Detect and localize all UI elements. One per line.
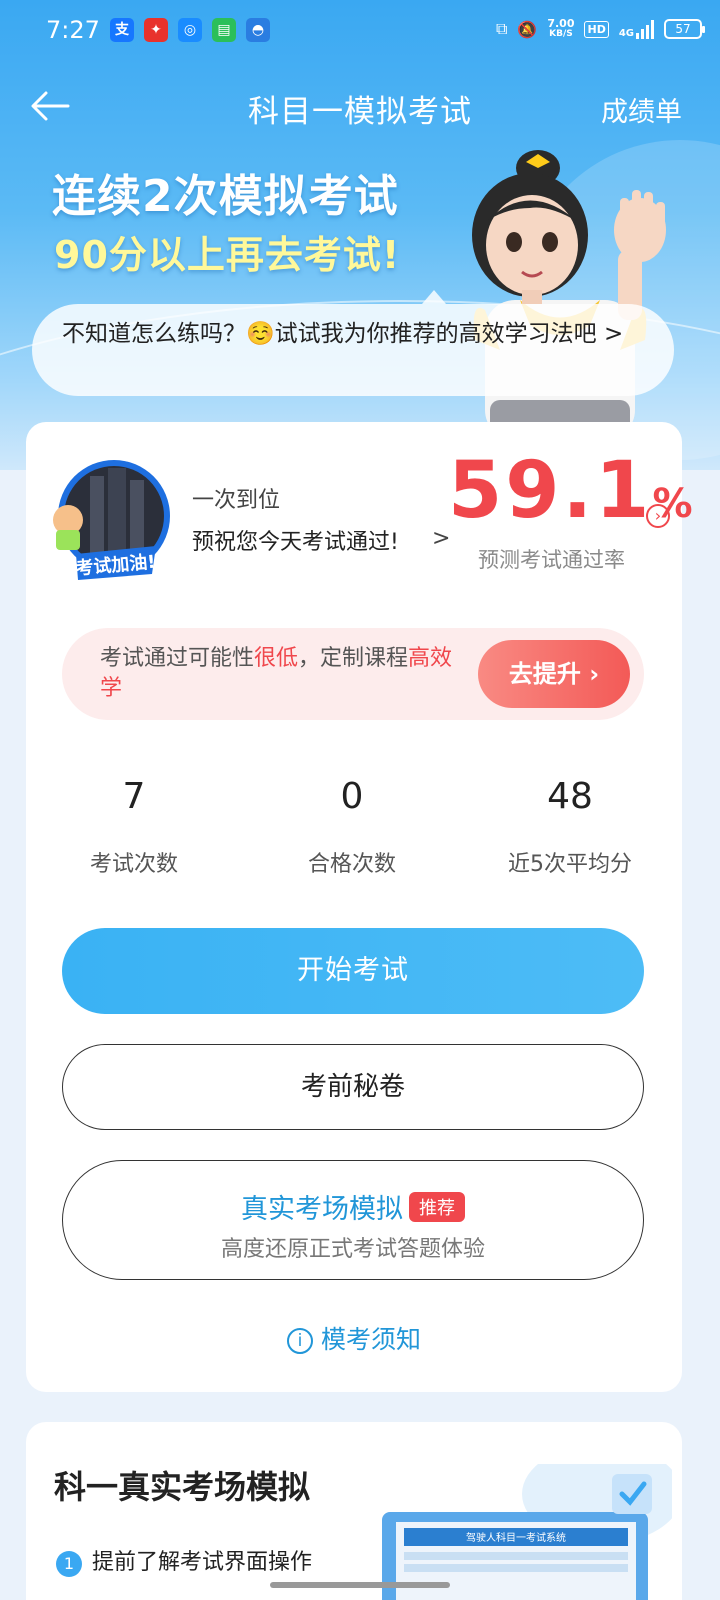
status-bar: 7:27 支 ✦ ◎ ▤ ◓ ⧉ 🔕 7.00 KB/S HD 4G 57: [0, 0, 720, 64]
exam-screen-preview-illustration: 驾驶人科目一考试系统: [382, 1464, 672, 1600]
exam-wish-text[interactable]: 预祝您今天考试通过!: [192, 524, 399, 556]
pre-exam-paper-button[interactable]: 考前秘卷: [62, 1044, 644, 1130]
study-tip-bubble[interactable]: 不知道怎么练吗？☺️试试我为你推荐的高效学习法吧 >: [32, 290, 674, 396]
pinduoduo-app-icon: ✦: [144, 18, 168, 42]
exam-cheer-badge-icon: 考试加油!: [53, 460, 170, 580]
exam-summary-card: 考试加油! 一次到位 预祝您今天考试通过! > 59.1% › 预测考试通过率 …: [26, 422, 693, 1392]
exam-notice-link[interactable]: i 模考须知: [26, 1320, 682, 1356]
cell-signal-icon: 4G: [619, 19, 654, 39]
real-exam-section-card: 科一真实考场模拟 1 提前了解考试界面操作 驾驶人科目一考试系统: [26, 1422, 682, 1600]
step-number: 1: [56, 1551, 82, 1577]
hd-badge: HD: [584, 20, 609, 38]
real-exam-simulation-button[interactable]: 真实考场模拟 推荐 高度还原正式考试答题体验: [62, 1160, 644, 1280]
start-exam-button[interactable]: 开始考试: [62, 928, 644, 1014]
improve-button[interactable]: 去提升 ›: [478, 640, 630, 708]
mute-icon: 🔕: [517, 19, 538, 39]
battery-icon: 57: [664, 19, 705, 39]
recommend-badge: 推荐: [409, 1192, 465, 1222]
real-exam-subtitle: 高度还原正式考试答题体验: [220, 1237, 485, 1262]
mascot-girl-illustration: [472, 150, 666, 440]
hero-headline: 连续2次模拟考试: [52, 171, 399, 222]
pass-chance-warning: 考试通过可能性很低，定制课程高效学 去提升 ›: [62, 628, 644, 720]
real-exam-title: 真实考场模拟 推荐: [63, 1187, 643, 1226]
stat-pass-count: 0 合格次数: [307, 776, 396, 877]
pass-rate-label: 预测考试通过率: [478, 548, 625, 572]
chevron-right-circle-icon[interactable]: ›: [646, 504, 670, 528]
android-app-icon: ◓: [246, 18, 270, 42]
status-time: 7:27: [46, 16, 100, 44]
status-indicators: ⧉ 🔕 7.00 KB/S HD 4G 57: [495, 17, 705, 40]
alipay-app-icon: 支: [110, 18, 134, 42]
top-nav: 科目一模拟考试 成绩单: [0, 76, 720, 136]
step-item: 1 提前了解考试界面操作: [56, 1544, 312, 1577]
exam-stats: 7 考试次数 0 合格次数 48 近5次平均分: [26, 772, 682, 892]
browser-app-icon: ◎: [178, 18, 202, 42]
svg-text:驾驶人科目一考试系统: 驾驶人科目一考试系统: [466, 1531, 566, 1544]
info-icon: i: [286, 1328, 313, 1354]
stat-average-score: 48 近5次平均分: [508, 776, 632, 877]
nfc-icon: ⧉: [495, 19, 508, 38]
hero-subheadline: 90分以上再去考试!: [54, 233, 401, 277]
stat-exam-count: 7 考试次数: [89, 776, 178, 877]
warning-text: 考试通过可能性很低，定制课程高效学: [100, 646, 453, 701]
notification-icons: 支 ✦ ◎ ▤ ◓: [110, 18, 270, 42]
score-report-link[interactable]: 成绩单: [601, 90, 682, 129]
home-indicator[interactable]: [270, 1582, 450, 1588]
section-title: 科一真实考场模拟: [54, 1468, 311, 1506]
network-speed: 7.00 KB/S: [547, 17, 575, 39]
level-name: 一次到位: [192, 488, 281, 513]
message-app-icon: ▤: [212, 18, 236, 42]
